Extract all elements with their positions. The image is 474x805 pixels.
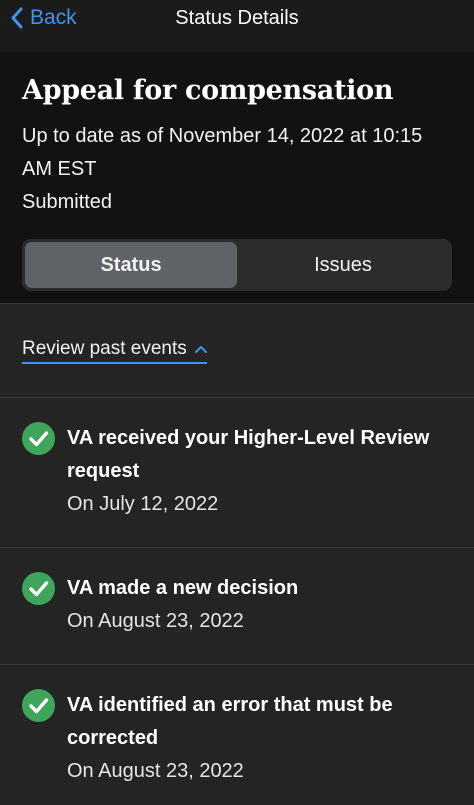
list-item: VA identified an error that must be corr… xyxy=(0,665,474,805)
navigation-bar: Back Status Details xyxy=(0,0,474,53)
list-item: VA made a new decision On August 23, 202… xyxy=(0,548,474,665)
event-title: VA made a new decision xyxy=(67,577,299,599)
event-body: VA identified an error that must be corr… xyxy=(67,689,452,788)
event-title: VA received your Higher-Level Review req… xyxy=(67,427,430,482)
events-list: VA received your Higher-Level Review req… xyxy=(0,398,474,805)
chevron-up-icon xyxy=(194,345,207,353)
event-title: VA identified an error that must be corr… xyxy=(67,694,393,749)
event-body: VA made a new decision On August 23, 202… xyxy=(67,572,452,638)
appeal-status: Submitted xyxy=(22,191,113,213)
tab-status[interactable]: Status xyxy=(25,242,237,288)
updated-timestamp: Up to date as of November 14, 2022 at 10… xyxy=(22,125,423,180)
event-body: VA received your Higher-Level Review req… xyxy=(67,422,452,521)
page-title: Appeal for compensation xyxy=(22,75,394,106)
review-past-events-label[interactable]: Review past events xyxy=(22,338,187,360)
check-circle-icon xyxy=(22,689,55,722)
list-item: VA received your Higher-Level Review req… xyxy=(0,398,474,548)
status-issues-segmented-control: Status Issues xyxy=(22,239,452,291)
back-button[interactable]: Back xyxy=(10,0,77,36)
event-date: On August 23, 2022 xyxy=(67,610,244,632)
chevron-left-icon xyxy=(11,7,23,29)
review-past-events-link[interactable]: Review past events xyxy=(22,338,207,364)
event-date: On August 23, 2022 xyxy=(67,760,244,782)
event-date: On July 12, 2022 xyxy=(67,493,219,515)
review-past-events-row: Review past events xyxy=(0,304,474,398)
back-label[interactable]: Back xyxy=(30,6,77,30)
nav-title: Status Details xyxy=(175,6,299,29)
tab-issues[interactable]: Issues xyxy=(237,242,449,288)
check-circle-icon xyxy=(22,572,55,605)
appeal-header: Appeal for compensation Up to date as of… xyxy=(0,53,474,304)
check-circle-icon xyxy=(22,422,55,455)
